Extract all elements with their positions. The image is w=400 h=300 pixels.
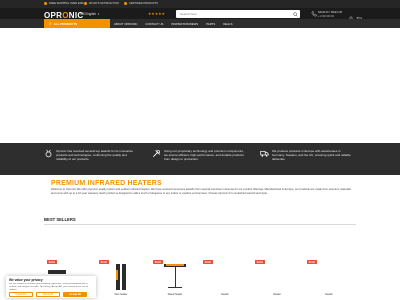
- product-card[interactable]: SALE Duo heater: [96, 258, 146, 300]
- cookie-buttons: Customize Reject All Accept All: [9, 291, 87, 297]
- language-label: GB English: [80, 12, 96, 16]
- best-sellers-title: BEST SELLERS: [44, 217, 76, 222]
- promo-satisfaction: 30 DAYS SATISFACTION: [84, 2, 119, 5]
- product-name[interactable]: Heater: [252, 293, 302, 296]
- promo-certified: CERTIFIED PRODUCTS: [124, 2, 158, 5]
- customize-button[interactable]: Customize: [9, 291, 33, 297]
- sale-badge: SALE: [203, 260, 213, 265]
- search-icon[interactable]: [293, 11, 298, 17]
- sale-badge: SALE: [307, 260, 317, 265]
- promo-shipping: FREE SHIPPING OVER £399: [44, 2, 84, 5]
- feature-text: Using our proprietary technology and pre…: [164, 149, 244, 161]
- nav-link-contact[interactable]: CONTACT US: [145, 22, 163, 26]
- product-name[interactable]: Duo heater: [96, 293, 146, 296]
- check-icon: [44, 2, 47, 5]
- stand-base: [168, 287, 182, 288]
- sale-badge: SALE: [255, 260, 265, 265]
- rating-stars: ★★★★★: [148, 12, 166, 16]
- cookie-title: We value your privacy: [9, 278, 43, 282]
- phone-icon: [311, 11, 317, 17]
- nav-link-inspiration[interactable]: INSPIRATION/NEWS: [171, 22, 198, 26]
- feature-technology: Using our proprietary technology and pre…: [152, 149, 244, 161]
- top-promo-bar: FREE SHIPPING OVER £399 30 DAYS SATISFAC…: [0, 0, 400, 8]
- divider: [44, 224, 356, 225]
- menu-icon: ☰: [49, 21, 52, 26]
- product-card[interactable]: SALE Heater: [252, 258, 302, 300]
- hero-banner: [0, 28, 400, 143]
- features-strip: Opronic has received several top awards …: [0, 143, 400, 175]
- truck-icon: [260, 150, 269, 157]
- feature-shipping: We produce products in Europe with wareh…: [260, 149, 352, 161]
- product-image[interactable]: [48, 270, 66, 274]
- heating-element: [166, 264, 184, 266]
- intro-paragraph: Welcome to Opronic! We offer premium qua…: [51, 188, 351, 195]
- product-card[interactable]: SALE Heater: [200, 258, 250, 300]
- sale-badge: SALE: [99, 260, 109, 265]
- promo-text: CERTIFIED PRODUCTS: [129, 2, 158, 5]
- stand-pole: [174, 267, 176, 287]
- feature-awards: Opronic has received several top awards …: [44, 149, 136, 161]
- phone-number[interactable]: +1 000 000 00: [318, 15, 342, 19]
- product-name[interactable]: Heater: [304, 293, 354, 296]
- check-icon: [124, 2, 127, 5]
- medal-icon: [45, 149, 52, 158]
- search-input[interactable]: Search here: [180, 12, 197, 16]
- nav-links: ABOUT OPRONIC CONTACT US INSPIRATION/NEW…: [114, 22, 232, 26]
- main-nav: ☰ ALL PRODUCTS ABOUT OPRONIC CONTACT US …: [0, 19, 400, 28]
- product-card[interactable]: SALE Stand heater: [150, 258, 200, 300]
- language-selector[interactable]: GB English ▾: [80, 12, 99, 16]
- product-image[interactable]: [122, 264, 126, 290]
- reject-all-button[interactable]: Reject All: [36, 291, 60, 297]
- all-products-button[interactable]: ☰ ALL PRODUCTS: [44, 19, 110, 28]
- nav-link-deals[interactable]: DEALS: [223, 22, 232, 26]
- promo-text: FREE SHIPPING OVER £399: [49, 2, 84, 5]
- chevron-down-icon: ▾: [97, 12, 100, 16]
- search-bar[interactable]: Search here: [176, 10, 300, 18]
- feature-text: Opronic has received several top awards …: [56, 149, 133, 161]
- tools-icon: [153, 150, 160, 157]
- nav-link-about[interactable]: ABOUT OPRONIC: [114, 22, 137, 26]
- sale-badge: SALE: [47, 260, 57, 265]
- nav-link-parts[interactable]: PARTS: [206, 22, 215, 26]
- feature-text: We produce products in Europe with wareh…: [272, 149, 351, 161]
- promo-text: 30 DAYS SATISFACTION: [89, 2, 119, 5]
- all-products-label: ALL PRODUCTS: [53, 21, 78, 26]
- check-icon: [84, 2, 87, 5]
- product-card[interactable]: SALE Heater: [304, 258, 354, 300]
- sale-badge: SALE: [153, 260, 163, 265]
- cookie-consent-dialog: We value your privacy We use cookies to …: [6, 276, 96, 298]
- accept-all-button[interactable]: Accept All: [63, 291, 87, 297]
- heating-element: [116, 270, 118, 280]
- section-title: PREMIUM INFRARED HEATERS: [51, 180, 162, 187]
- contact-block: SIGN IN / SIGN UP +1 000 000 00: [318, 10, 342, 19]
- product-name[interactable]: Stand heater: [150, 293, 200, 296]
- product-name[interactable]: Heater: [200, 293, 250, 296]
